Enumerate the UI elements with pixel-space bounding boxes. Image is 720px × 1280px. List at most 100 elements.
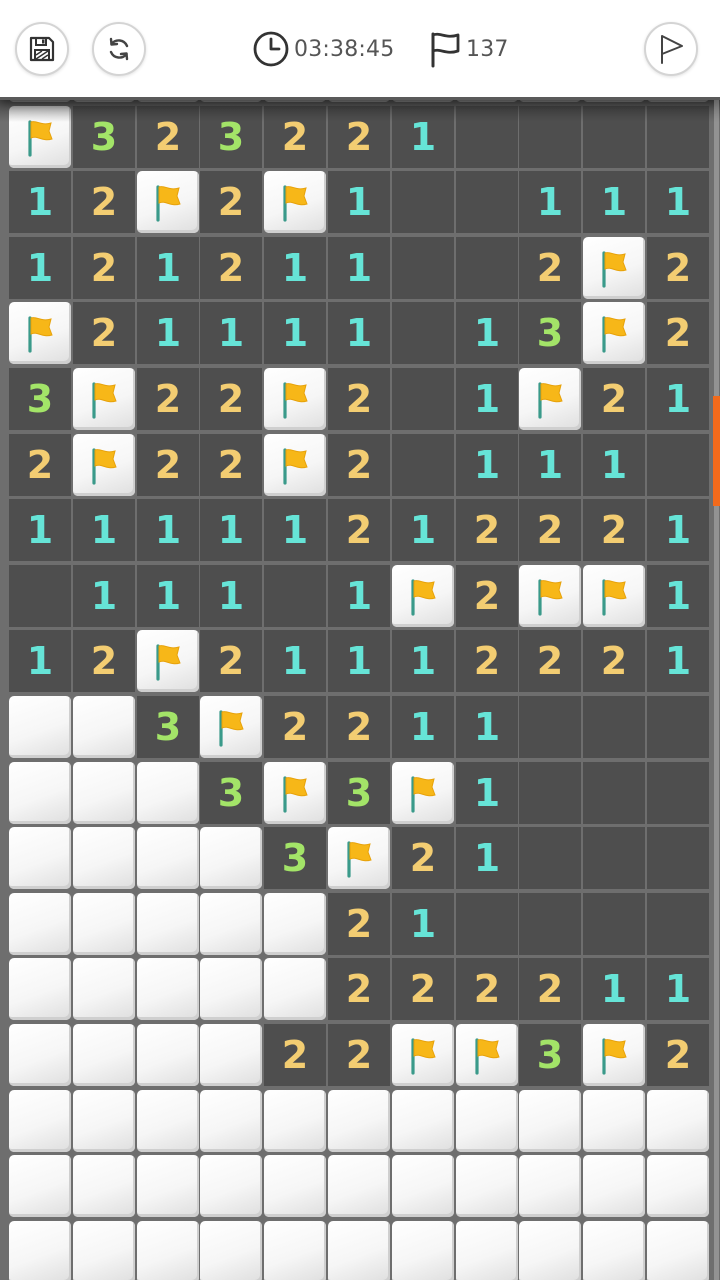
revealed-number-tile[interactable]: 2 bbox=[519, 237, 581, 299]
revealed-number-tile[interactable]: 2 bbox=[200, 630, 262, 692]
flagged-tile[interactable] bbox=[519, 368, 581, 430]
revealed-number-tile[interactable]: 3 bbox=[200, 106, 262, 168]
covered-tile[interactable] bbox=[583, 1221, 645, 1280]
covered-tile[interactable] bbox=[73, 100, 135, 102]
covered-tile[interactable] bbox=[264, 1155, 326, 1217]
covered-tile[interactable] bbox=[264, 100, 326, 102]
revealed-number-tile[interactable]: 3 bbox=[73, 106, 135, 168]
covered-tile[interactable] bbox=[200, 1155, 262, 1217]
revealed-number-tile[interactable]: 2 bbox=[392, 827, 454, 889]
revealed-empty-tile[interactable] bbox=[456, 237, 518, 299]
flagged-tile[interactable] bbox=[583, 1024, 645, 1086]
flagged-tile[interactable] bbox=[328, 827, 390, 889]
revealed-number-tile[interactable]: 2 bbox=[200, 368, 262, 430]
revealed-empty-tile[interactable] bbox=[583, 696, 645, 758]
revealed-number-tile[interactable]: 2 bbox=[456, 630, 518, 692]
covered-tile[interactable] bbox=[264, 1221, 326, 1280]
revealed-number-tile[interactable]: 2 bbox=[519, 630, 581, 692]
flagged-tile[interactable] bbox=[264, 171, 326, 233]
flagged-tile[interactable] bbox=[583, 565, 645, 627]
restart-button[interactable] bbox=[92, 22, 146, 76]
scrollbar-track[interactable] bbox=[714, 100, 719, 1280]
revealed-empty-tile[interactable] bbox=[392, 302, 454, 364]
covered-tile[interactable] bbox=[647, 100, 709, 102]
revealed-number-tile[interactable]: 1 bbox=[137, 499, 199, 561]
covered-tile[interactable] bbox=[583, 100, 645, 102]
revealed-number-tile[interactable]: 2 bbox=[647, 237, 709, 299]
covered-tile[interactable] bbox=[200, 1024, 262, 1086]
revealed-number-tile[interactable]: 1 bbox=[647, 565, 709, 627]
revealed-empty-tile[interactable] bbox=[392, 171, 454, 233]
revealed-number-tile[interactable]: 1 bbox=[9, 171, 71, 233]
revealed-number-tile[interactable]: 1 bbox=[264, 302, 326, 364]
revealed-number-tile[interactable]: 1 bbox=[583, 958, 645, 1020]
revealed-empty-tile[interactable] bbox=[583, 762, 645, 824]
revealed-number-tile[interactable]: 2 bbox=[328, 106, 390, 168]
revealed-empty-tile[interactable] bbox=[519, 893, 581, 955]
covered-tile[interactable] bbox=[328, 1155, 390, 1217]
revealed-number-tile[interactable]: 1 bbox=[647, 958, 709, 1020]
covered-tile[interactable] bbox=[264, 1090, 326, 1152]
flagged-tile[interactable] bbox=[264, 368, 326, 430]
revealed-number-tile[interactable]: 2 bbox=[328, 893, 390, 955]
revealed-number-tile[interactable]: 2 bbox=[647, 1024, 709, 1086]
flagged-tile[interactable] bbox=[456, 1024, 518, 1086]
revealed-number-tile[interactable]: 3 bbox=[200, 762, 262, 824]
revealed-empty-tile[interactable] bbox=[392, 368, 454, 430]
revealed-number-tile[interactable]: 1 bbox=[328, 302, 390, 364]
scrollbar-thumb[interactable] bbox=[713, 396, 720, 506]
flagged-tile[interactable] bbox=[583, 237, 645, 299]
covered-tile[interactable] bbox=[9, 100, 71, 102]
revealed-empty-tile[interactable] bbox=[456, 893, 518, 955]
covered-tile[interactable] bbox=[392, 1221, 454, 1280]
revealed-number-tile[interactable]: 2 bbox=[519, 958, 581, 1020]
covered-tile[interactable] bbox=[9, 1024, 71, 1086]
revealed-number-tile[interactable]: 2 bbox=[328, 368, 390, 430]
revealed-empty-tile[interactable] bbox=[583, 893, 645, 955]
revealed-number-tile[interactable]: 1 bbox=[456, 434, 518, 496]
revealed-number-tile[interactable]: 1 bbox=[392, 106, 454, 168]
revealed-number-tile[interactable]: 2 bbox=[264, 106, 326, 168]
covered-tile[interactable] bbox=[73, 1155, 135, 1217]
covered-tile[interactable] bbox=[73, 762, 135, 824]
revealed-number-tile[interactable]: 2 bbox=[583, 630, 645, 692]
covered-tile[interactable] bbox=[519, 1221, 581, 1280]
revealed-empty-tile[interactable] bbox=[519, 762, 581, 824]
revealed-number-tile[interactable]: 1 bbox=[137, 237, 199, 299]
revealed-number-tile[interactable]: 1 bbox=[647, 171, 709, 233]
revealed-empty-tile[interactable] bbox=[456, 106, 518, 168]
revealed-number-tile[interactable]: 2 bbox=[200, 237, 262, 299]
covered-tile[interactable] bbox=[647, 1155, 709, 1217]
revealed-empty-tile[interactable] bbox=[647, 762, 709, 824]
revealed-number-tile[interactable]: 1 bbox=[519, 434, 581, 496]
covered-tile[interactable] bbox=[583, 1090, 645, 1152]
covered-tile[interactable] bbox=[73, 1090, 135, 1152]
revealed-empty-tile[interactable] bbox=[647, 106, 709, 168]
revealed-number-tile[interactable]: 1 bbox=[73, 499, 135, 561]
covered-tile[interactable] bbox=[583, 1155, 645, 1217]
revealed-empty-tile[interactable] bbox=[583, 106, 645, 168]
flagged-tile[interactable] bbox=[519, 565, 581, 627]
revealed-number-tile[interactable]: 1 bbox=[200, 302, 262, 364]
covered-tile[interactable] bbox=[9, 827, 71, 889]
covered-tile[interactable] bbox=[137, 893, 199, 955]
revealed-number-tile[interactable]: 2 bbox=[328, 499, 390, 561]
covered-tile[interactable] bbox=[137, 762, 199, 824]
revealed-number-tile[interactable]: 1 bbox=[264, 630, 326, 692]
covered-tile[interactable] bbox=[328, 100, 390, 102]
covered-tile[interactable] bbox=[456, 100, 518, 102]
covered-tile[interactable] bbox=[200, 827, 262, 889]
revealed-number-tile[interactable]: 2 bbox=[200, 171, 262, 233]
covered-tile[interactable] bbox=[328, 1221, 390, 1280]
flagged-tile[interactable] bbox=[137, 171, 199, 233]
revealed-number-tile[interactable]: 2 bbox=[456, 958, 518, 1020]
covered-tile[interactable] bbox=[9, 1221, 71, 1280]
covered-tile[interactable] bbox=[200, 1090, 262, 1152]
revealed-number-tile[interactable]: 1 bbox=[456, 762, 518, 824]
revealed-empty-tile[interactable] bbox=[456, 171, 518, 233]
flagged-tile[interactable] bbox=[73, 368, 135, 430]
flagged-tile[interactable] bbox=[137, 630, 199, 692]
covered-tile[interactable] bbox=[328, 1090, 390, 1152]
revealed-number-tile[interactable]: 1 bbox=[328, 565, 390, 627]
revealed-number-tile[interactable]: 2 bbox=[647, 302, 709, 364]
